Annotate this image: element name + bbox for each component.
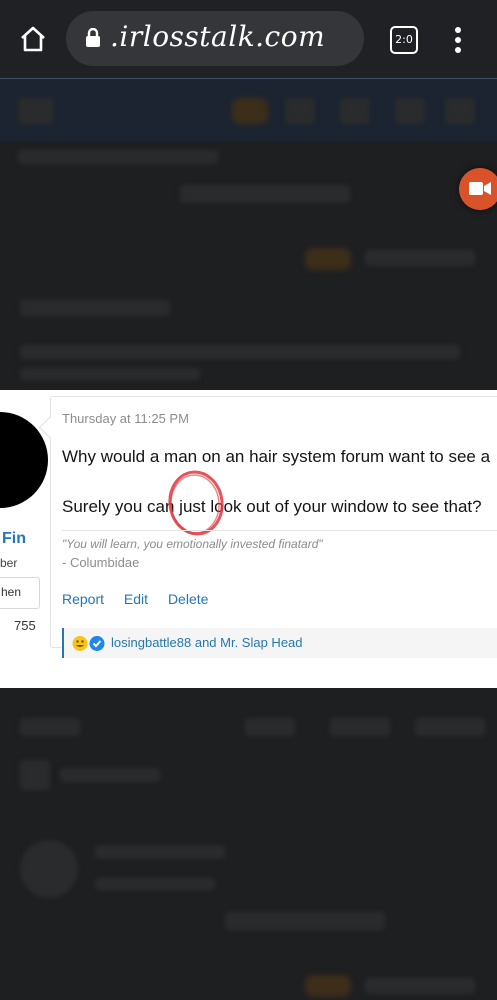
post-actions: Report Edit Delete [62,591,224,607]
reactions-bar: losingbattle88 and Mr. Slap Head [62,628,497,658]
post-date[interactable]: Thursday at 11:25 PM [62,411,189,426]
dimmed-block [305,248,351,270]
dimmed-block [415,718,485,736]
dimmed-block [18,98,54,124]
post-count: 755 [14,618,36,633]
edit-link[interactable]: Edit [124,591,148,607]
tab-switcher-button[interactable]: 2:0 [390,26,418,54]
home-icon[interactable] [18,24,48,54]
reaction-icons [72,636,105,651]
user-badge: hen [0,577,40,609]
signature-author: - Columbidae [62,555,140,570]
dimmed-block [20,345,460,359]
report-link[interactable]: Report [62,591,104,607]
dimmed-block [60,768,160,782]
dimmed-block [330,718,390,736]
address-bar[interactable]: .irlosstalk.com [66,11,364,66]
signature-divider [62,530,497,531]
url-text: .irlosstalk.com [110,20,326,53]
dimmed-block [20,760,50,790]
dimmed-block [305,975,351,997]
dimmed-block [20,368,200,380]
dimmed-block [395,98,425,124]
post-body-line: Why would a man on an hair system forum … [62,447,491,466]
dimmed-block [340,98,370,124]
dimmed-block [95,845,225,859]
user-badge-label: hen [0,585,21,599]
more-options-icon[interactable] [448,26,468,54]
dimmed-block [18,150,218,164]
lock-icon [86,28,100,47]
signature-quote: "You will learn, you emotionally investe… [62,537,323,551]
dimmed-block [95,878,215,890]
delete-link[interactable]: Delete [168,591,208,607]
dimmed-block [232,98,268,124]
dimmed-block [365,250,475,266]
reactions-users[interactable]: losingbattle88 and Mr. Slap Head [111,635,303,650]
message-box [50,396,497,648]
post-card: Fin ber hen 755 Thursday at 11:25 PM Why… [0,390,497,688]
username[interactable]: Fin [0,530,26,548]
video-record-button[interactable] [459,168,497,210]
dimmed-block [20,718,80,736]
red-circle-annotation [168,470,224,536]
dimmed-block [225,912,385,930]
dimmed-block [20,840,78,898]
dimmed-block [285,98,315,124]
browser-toolbar: .irlosstalk.com 2:0 [0,0,497,79]
dimmed-block [20,300,170,316]
dimmed-block [245,718,295,736]
post-body-line: Surely you can just look out of your win… [62,497,482,516]
dimmed-block [180,185,350,203]
dimmed-block [365,978,475,994]
user-title: ber [0,556,18,570]
dimmed-block [445,98,475,124]
